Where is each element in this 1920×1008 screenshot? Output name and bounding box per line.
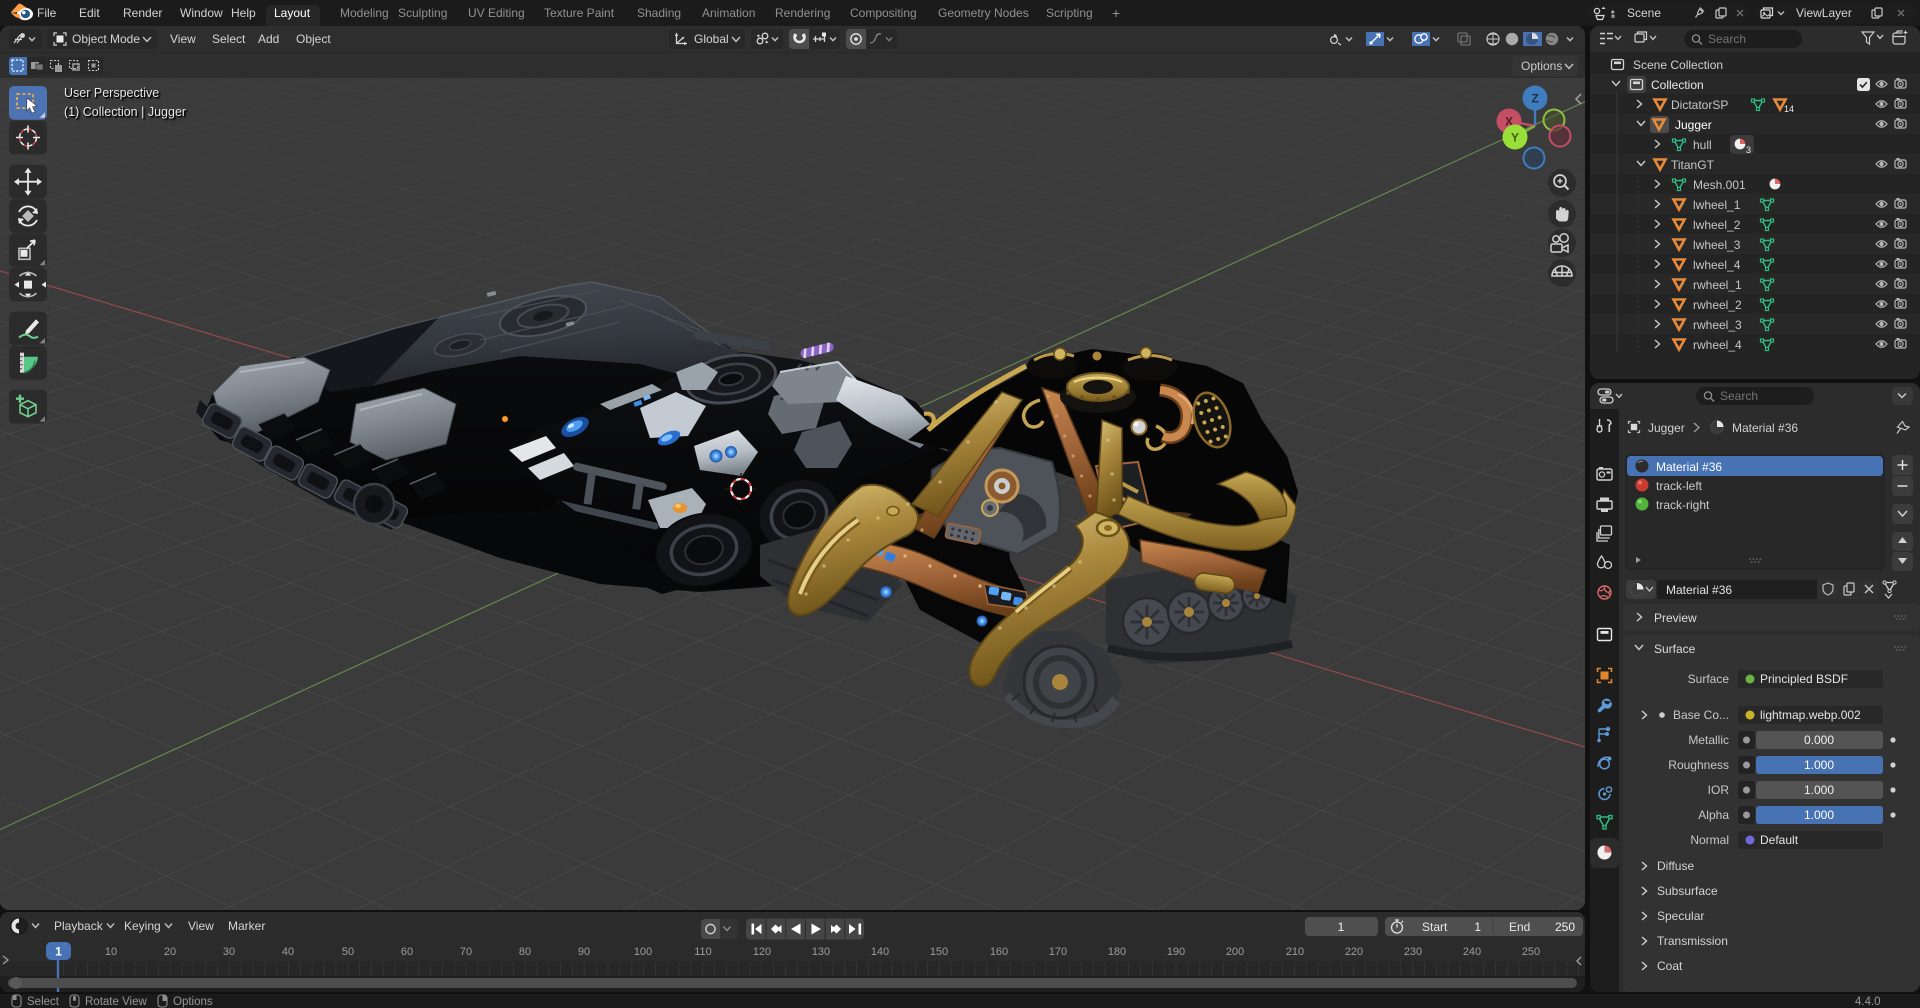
svg-text:Default: Default <box>1760 833 1799 847</box>
svg-text:140: 140 <box>871 946 889 958</box>
svg-text:0.000: 0.000 <box>1804 733 1834 747</box>
svg-text:Collection: Collection <box>1651 78 1704 92</box>
svg-text:120: 120 <box>753 946 771 958</box>
svg-text:Material #36: Material #36 <box>1666 583 1732 597</box>
svg-text:Select: Select <box>27 996 60 1008</box>
svg-text:10: 10 <box>105 946 117 958</box>
svg-text:Start: Start <box>1422 920 1448 934</box>
svg-text:Transmission: Transmission <box>1657 934 1728 948</box>
svg-text:90: 90 <box>578 946 590 958</box>
svg-text:1.000: 1.000 <box>1804 783 1834 797</box>
svg-text:Marker: Marker <box>228 919 265 933</box>
svg-text:130: 130 <box>812 946 830 958</box>
svg-text:100: 100 <box>634 946 652 958</box>
svg-text:220: 220 <box>1345 946 1363 958</box>
svg-text:Roughness: Roughness <box>1668 758 1729 772</box>
svg-text:40: 40 <box>282 946 294 958</box>
svg-text:View: View <box>188 919 214 933</box>
svg-text:50: 50 <box>342 946 354 958</box>
svg-text:Base Co...: Base Co... <box>1673 708 1729 722</box>
svg-text:Y: Y <box>1511 131 1519 145</box>
svg-text:190: 190 <box>1167 946 1185 958</box>
svg-text:Search: Search <box>1708 32 1746 46</box>
svg-text:Options: Options <box>173 996 213 1008</box>
svg-text:3: 3 <box>1746 145 1751 155</box>
svg-text:60: 60 <box>401 946 413 958</box>
svg-text:230: 230 <box>1404 946 1422 958</box>
svg-text:lwheel_3: lwheel_3 <box>1693 238 1741 252</box>
svg-text:rwheel_3: rwheel_3 <box>1693 318 1742 332</box>
svg-text:180: 180 <box>1108 946 1126 958</box>
svg-text:lightmap.webp.002: lightmap.webp.002 <box>1760 708 1861 722</box>
svg-text:Z: Z <box>1531 92 1538 106</box>
svg-text:(1) Collection | Jugger: (1) Collection | Jugger <box>64 105 186 119</box>
svg-text:150: 150 <box>930 946 948 958</box>
svg-text:Jugger: Jugger <box>1648 421 1685 435</box>
svg-text:Coat: Coat <box>1657 959 1683 973</box>
svg-text:240: 240 <box>1463 946 1481 958</box>
svg-text:TitanGT: TitanGT <box>1671 158 1715 172</box>
svg-text:Alpha: Alpha <box>1698 808 1729 822</box>
svg-text:80: 80 <box>519 946 531 958</box>
svg-text:Jugger: Jugger <box>1675 118 1712 132</box>
svg-text:Metallic: Metallic <box>1688 733 1729 747</box>
svg-text:Material #36: Material #36 <box>1732 421 1798 435</box>
svg-text:1.000: 1.000 <box>1804 808 1834 822</box>
svg-text:70: 70 <box>460 946 472 958</box>
svg-text:End: End <box>1509 920 1530 934</box>
svg-text:160: 160 <box>990 946 1008 958</box>
svg-text:hull: hull <box>1693 138 1712 152</box>
svg-text:Normal: Normal <box>1690 833 1729 847</box>
svg-text:DictatorSP: DictatorSP <box>1671 98 1728 112</box>
svg-text:rwheel_2: rwheel_2 <box>1693 298 1742 312</box>
svg-text:lwheel_4: lwheel_4 <box>1693 258 1741 272</box>
svg-text:Preview: Preview <box>1654 611 1697 625</box>
svg-text:1: 1 <box>1338 920 1345 934</box>
svg-text:track-left: track-left <box>1656 479 1703 493</box>
svg-text:Search: Search <box>1720 389 1758 403</box>
svg-text:Mesh.001: Mesh.001 <box>1693 178 1746 192</box>
svg-text:lwheel_1: lwheel_1 <box>1693 198 1741 212</box>
svg-text:rwheel_1: rwheel_1 <box>1693 278 1742 292</box>
svg-text:track-right: track-right <box>1656 498 1710 512</box>
svg-text:1.000: 1.000 <box>1804 758 1834 772</box>
svg-text:Subsurface: Subsurface <box>1657 884 1718 898</box>
svg-text:30: 30 <box>223 946 235 958</box>
svg-text:14: 14 <box>1784 104 1794 114</box>
svg-text:Diffuse: Diffuse <box>1657 859 1694 873</box>
svg-text:IOR: IOR <box>1708 783 1730 797</box>
svg-text:250: 250 <box>1522 946 1540 958</box>
svg-text:1: 1 <box>1474 920 1481 934</box>
svg-text:Material #36: Material #36 <box>1656 460 1722 474</box>
svg-text:1: 1 <box>55 945 62 959</box>
svg-text:lwheel_2: lwheel_2 <box>1693 218 1741 232</box>
svg-text:Specular: Specular <box>1657 909 1704 923</box>
svg-text:20: 20 <box>164 946 176 958</box>
svg-text:rwheel_4: rwheel_4 <box>1693 338 1742 352</box>
svg-text:Surface: Surface <box>1688 672 1730 686</box>
svg-text:User Perspective: User Perspective <box>64 86 159 100</box>
svg-text:110: 110 <box>694 946 712 958</box>
svg-text:Principled BSDF: Principled BSDF <box>1760 672 1848 686</box>
svg-text:Surface: Surface <box>1654 642 1696 656</box>
svg-text:4.4.0: 4.4.0 <box>1855 996 1881 1008</box>
svg-text:Scene Collection: Scene Collection <box>1633 58 1723 72</box>
svg-text:Keying: Keying <box>124 919 161 933</box>
svg-text:Rotate View: Rotate View <box>85 996 147 1008</box>
svg-text:200: 200 <box>1226 946 1244 958</box>
svg-text:250: 250 <box>1555 920 1575 934</box>
svg-text:210: 210 <box>1286 946 1304 958</box>
svg-text:170: 170 <box>1049 946 1067 958</box>
svg-text:Playback: Playback <box>54 919 104 933</box>
